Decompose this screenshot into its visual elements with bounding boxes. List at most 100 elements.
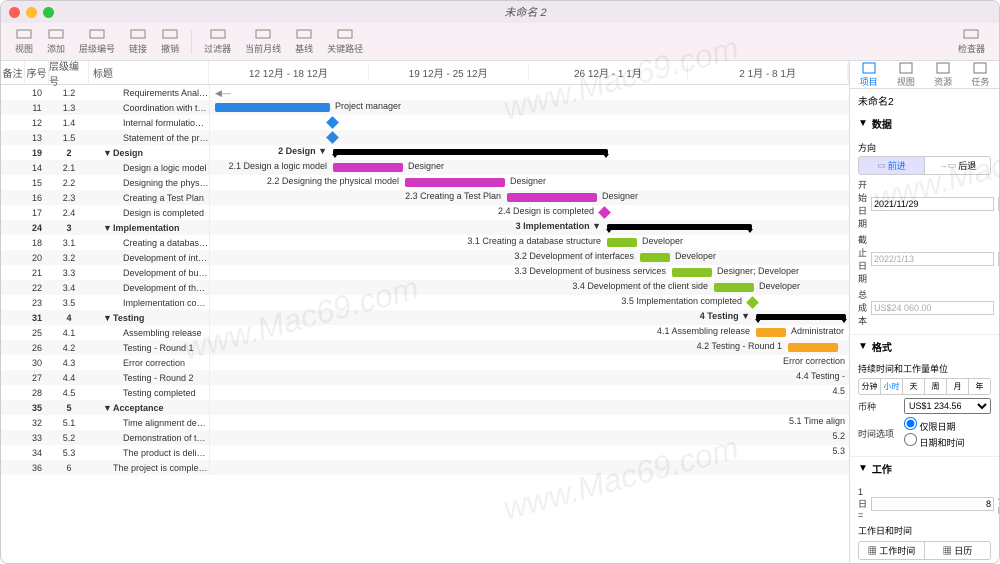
gantt-cell[interactable]: 3.5 Implementation completed (209, 295, 849, 310)
direction-toggle[interactable]: ▭前进 →▭后退 (858, 156, 991, 175)
toolbar-warnings[interactable]: 当前月线 (239, 26, 287, 57)
task-row[interactable]: 183.1Creating a database structure3.1 Cr… (1, 235, 849, 250)
date-time-radio[interactable] (904, 433, 917, 446)
gantt-cell[interactable]: 2.3 Creating a Test PlanDesigner (209, 190, 849, 205)
toolbar-link[interactable]: 链接 (123, 26, 153, 57)
task-row[interactable]: 264.2Testing - Round 14.2 Testing - Roun… (1, 340, 849, 355)
unit-4[interactable]: 月 (947, 379, 969, 394)
gantt-cell[interactable]: 2.4 Design is completed (209, 205, 849, 220)
task-row[interactable]: 162.3Creating a Test Plan2.3 Creating a … (1, 190, 849, 205)
inspector-tab-resources[interactable]: 资源 (925, 61, 962, 88)
toolbar-view[interactable]: 视图 (9, 26, 39, 57)
gantt-cell[interactable]: 5.3 (209, 445, 849, 460)
gantt-cell[interactable]: 2 Design ▼ (209, 145, 849, 160)
task-row[interactable]: 233.5Implementation completed3.5 Impleme… (1, 295, 849, 310)
task-row[interactable]: 111.3Coordination with the customerProje… (1, 100, 849, 115)
col-memo[interactable]: 备注 (1, 61, 25, 84)
task-row[interactable]: 203.2Development of interfaces3.2 Develo… (1, 250, 849, 265)
close-icon[interactable] (9, 7, 20, 18)
unit-5[interactable]: 年 (969, 379, 990, 394)
task-row[interactable]: 304.3Error correctionError correction (1, 355, 849, 370)
task-row[interactable]: 121.4Internal formulation of the problem… (1, 115, 849, 130)
toolbar-critical[interactable]: 关键路径 (321, 26, 369, 57)
title-cell: Error correction (89, 358, 209, 368)
title-cell: Time alignment demonstration (89, 418, 209, 428)
task-row[interactable]: 142.1Design a logic model2.1 Design a lo… (1, 160, 849, 175)
gantt-cell[interactable] (209, 115, 849, 130)
unit-0[interactable]: 分钟 (859, 379, 881, 394)
task-row[interactable]: 274.4Testing - Round 24.4 Testing - (1, 370, 849, 385)
task-row[interactable]: 192▼Design2 Design ▼ (1, 145, 849, 160)
gantt-cell[interactable]: 5.1 Time align (209, 415, 849, 430)
gantt-cell[interactable]: 3.2 Development of interfacesDeveloper (209, 250, 849, 265)
toolbar-add[interactable]: 添加 (41, 26, 71, 57)
date-only-radio[interactable] (904, 417, 917, 430)
gantt-cell[interactable]: Project manager (209, 100, 849, 115)
gantt-cell[interactable]: 5.2 (209, 430, 849, 445)
gantt-cell[interactable]: 3.3 Development of business servicesDesi… (209, 265, 849, 280)
title-cell: Design is completed (89, 208, 209, 218)
inspector-tab-view[interactable]: 视图 (887, 61, 924, 88)
day-hours-input[interactable] (871, 497, 994, 511)
task-row[interactable]: 243▼Implementation3 Implementation ▼ (1, 220, 849, 235)
unit-1[interactable]: 小时 (881, 379, 903, 394)
toolbar-filter[interactable]: 过滤器 (198, 26, 237, 57)
task-row[interactable]: 254.1Assembling release4.1 Assembling re… (1, 325, 849, 340)
toolbar-baseline[interactable]: 基线 (289, 26, 319, 57)
seq-cell: 17 (25, 208, 49, 218)
task-row[interactable]: 223.4Development of the client side3.4 D… (1, 280, 849, 295)
gantt-cell[interactable]: 2.1 Design a logic modelDesigner (209, 160, 849, 175)
start-date-input[interactable] (871, 197, 994, 211)
unit-2[interactable]: 天 (903, 379, 925, 394)
col-seq[interactable]: 序号 (25, 61, 49, 84)
section-work[interactable]: ▼ 工作 (850, 457, 999, 480)
task-row[interactable]: 325.1Time alignment demonstration5.1 Tim… (1, 415, 849, 430)
gantt-cell[interactable]: 4 Testing ▼ (209, 310, 849, 325)
seq-cell: 31 (25, 313, 49, 323)
seq-cell: 18 (25, 238, 49, 248)
task-row[interactable]: 335.2Demonstration of the customer5.2 (1, 430, 849, 445)
gantt-cell[interactable]: 3 Implementation ▼ (209, 220, 849, 235)
task-row[interactable]: 213.3Development of business services3.3… (1, 265, 849, 280)
gantt-cell[interactable]: 3.1 Creating a database structureDevelop… (209, 235, 849, 250)
gantt-cell[interactable]: 4.4 Testing - (209, 370, 849, 385)
gantt-cell[interactable] (209, 460, 849, 475)
task-row[interactable]: 152.2Designing the physical model2.2 Des… (1, 175, 849, 190)
col-level[interactable]: 层级编号 (49, 61, 89, 84)
task-row[interactable]: 366The project is completed (1, 460, 849, 475)
workday-toggle[interactable]: ▦ 工作时间 ▦ 日历 (858, 541, 991, 560)
gantt-cell[interactable] (209, 130, 849, 145)
gantt-cell[interactable]: 2.2 Designing the physical modelDesigner (209, 175, 849, 190)
task-row[interactable]: 345.3The product is delivered to the cus… (1, 445, 849, 460)
toolbar-unlink[interactable]: 撤销 (155, 26, 185, 57)
gantt-cell[interactable]: ◀— (209, 85, 849, 100)
inspector-tab-tasks[interactable]: 任务 (962, 61, 999, 88)
gantt-cell[interactable] (209, 400, 849, 415)
inspector-tab-project[interactable]: 项目 (850, 61, 887, 88)
task-row[interactable]: 172.4Design is completed2.4 Design is co… (1, 205, 849, 220)
gantt-cell[interactable]: 3.4 Development of the client sideDevelo… (209, 280, 849, 295)
task-row[interactable]: 284.5Testing completed4.5 (1, 385, 849, 400)
minimize-icon[interactable] (26, 7, 37, 18)
calendar-icon[interactable]: ▦ (998, 197, 999, 211)
unit-selector[interactable]: 分钟小时天周月年 (858, 378, 991, 395)
section-format[interactable]: ▼ 格式 (850, 335, 999, 358)
toolbar-inspector[interactable]: 检查器 (952, 26, 991, 57)
end-date-input[interactable] (871, 252, 994, 266)
doc-title: 未命名2 (850, 89, 999, 112)
maximize-icon[interactable] (43, 7, 54, 18)
section-data[interactable]: ▼ 数据 (850, 112, 999, 135)
toolbar-hierarchy[interactable]: 层级编号 (73, 26, 121, 57)
gantt-cell[interactable]: Error correction (209, 355, 849, 370)
currency-select[interactable]: US$1 234.56 (904, 398, 991, 414)
gantt-cell[interactable]: 4.2 Testing - Round 1 (209, 340, 849, 355)
calendar-icon[interactable]: ▦ (998, 252, 999, 266)
unit-3[interactable]: 周 (925, 379, 947, 394)
task-row[interactable]: 314▼Testing4 Testing ▼ (1, 310, 849, 325)
task-row[interactable]: 131.5Statement of the problem is complet… (1, 130, 849, 145)
col-title[interactable]: 标题 (89, 61, 209, 84)
task-row[interactable]: 355▼Acceptance (1, 400, 849, 415)
gantt-cell[interactable]: 4.1 Assembling releaseAdministrator (209, 325, 849, 340)
gantt-cell[interactable]: 4.5 (209, 385, 849, 400)
task-row[interactable]: 101.2Requirements Analysis◀— (1, 85, 849, 100)
